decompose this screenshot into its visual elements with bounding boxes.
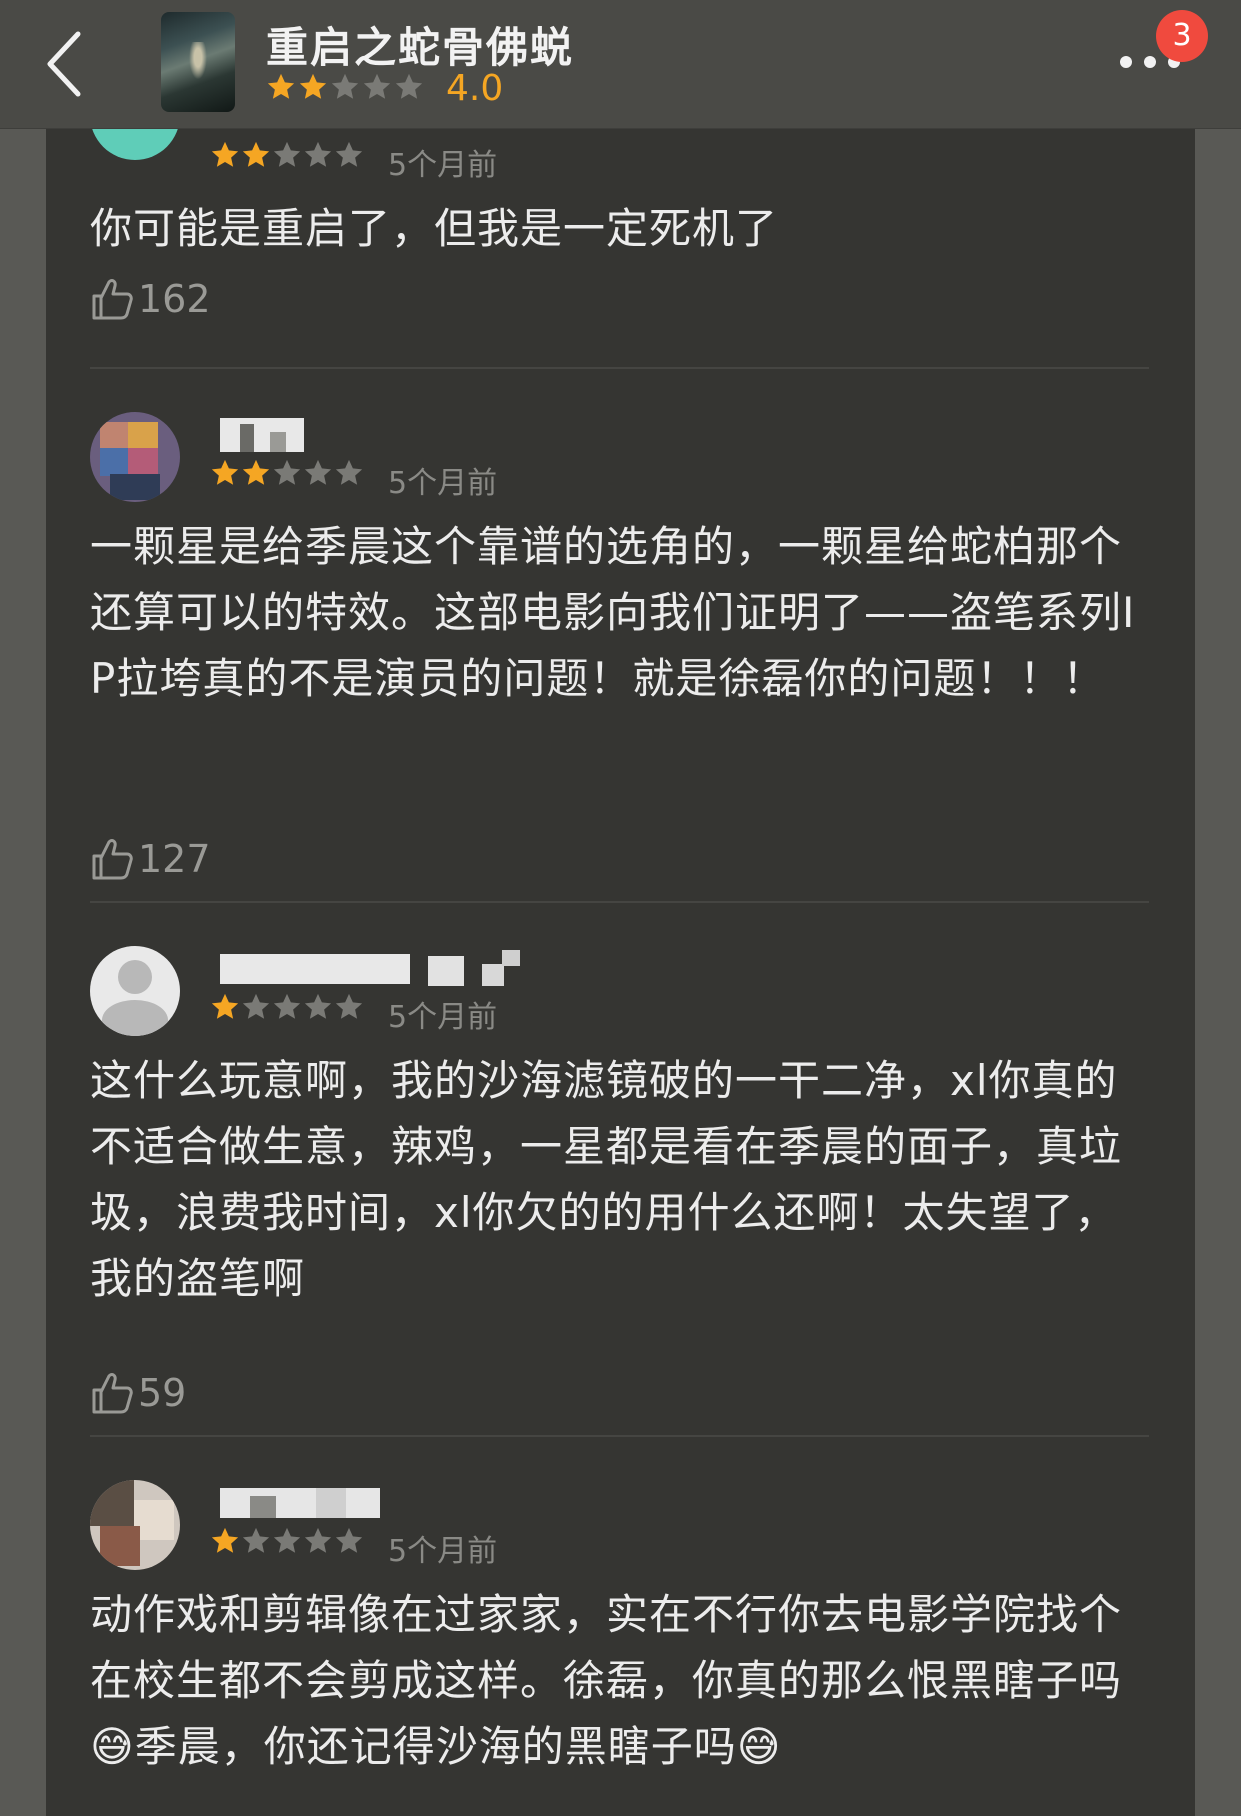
- star-empty-icon: [273, 993, 301, 1019]
- header-star-rating: [266, 72, 424, 102]
- like-button[interactable]: 127: [90, 836, 211, 882]
- divider: [90, 367, 1149, 369]
- review-text: 动作戏和剪辑像在过家家，实在不行你去电影学院找个在校生都不会剪成这样。徐磊，你真…: [90, 1590, 1123, 1771]
- review-text: 你可能是重启了，但我是一定死机了: [90, 204, 779, 253]
- app-header: 重启之蛇骨佛蜕 4.0 3: [0, 0, 1241, 129]
- like-count: 59: [138, 1371, 187, 1415]
- star-empty-icon: [335, 141, 363, 167]
- back-button[interactable]: [40, 22, 100, 102]
- star-empty-icon: [273, 1527, 301, 1553]
- avatar[interactable]: [90, 1480, 180, 1570]
- review-list: 5个月前 你可能是重启了，但我是一定死机了 162 5个月前 一颗星是给季晨这个…: [46, 128, 1195, 1816]
- star-empty-icon: [331, 73, 359, 99]
- review-star-rating: [210, 458, 364, 488]
- chevron-left-icon: [47, 31, 81, 97]
- like-count: 162: [138, 277, 211, 321]
- review-text: 这什么玩意啊，我的沙海滤镜破的一干二净，xl你真的不适合做生意，辣鸡，一星都是看…: [90, 1056, 1123, 1303]
- review-time: 5个月前: [388, 466, 498, 501]
- star-empty-icon: [304, 141, 332, 167]
- star-empty-icon: [242, 993, 270, 1019]
- like-button[interactable]: 162: [90, 276, 211, 322]
- star-empty-icon: [335, 459, 363, 485]
- star-empty-icon: [335, 993, 363, 1019]
- star-empty-icon: [242, 1527, 270, 1553]
- avatar[interactable]: [90, 128, 180, 160]
- right-margin: [1195, 0, 1241, 1816]
- rating-score: 4.0: [446, 68, 504, 109]
- thumbs-up-icon: [92, 279, 133, 320]
- star-empty-icon: [304, 1527, 332, 1553]
- notification-badge: 3: [1156, 10, 1208, 62]
- review-text: 一颗星是给季晨这个靠谱的选角的，一颗星给蛇柏那个还算可以的特效。这部电影向我们证…: [90, 522, 1136, 703]
- star-filled-icon: [211, 141, 239, 167]
- like-button[interactable]: 59: [90, 1370, 186, 1416]
- star-empty-icon: [395, 73, 423, 99]
- movie-title: 重启之蛇骨佛蜕: [266, 23, 575, 72]
- thumbs-up-icon: [92, 839, 133, 880]
- star-filled-icon: [299, 73, 327, 99]
- movie-poster[interactable]: [161, 12, 235, 112]
- star-empty-icon: [304, 993, 332, 1019]
- review-time: 5个月前: [388, 1000, 498, 1035]
- star-filled-icon: [267, 73, 295, 99]
- avatar[interactable]: [90, 412, 180, 502]
- star-empty-icon: [304, 459, 332, 485]
- star-filled-icon: [242, 459, 270, 485]
- star-empty-icon: [273, 459, 301, 485]
- left-margin: [0, 0, 46, 1816]
- username-redacted: [220, 418, 304, 458]
- review-time: 5个月前: [388, 148, 498, 183]
- review-star-rating: [210, 1526, 364, 1556]
- divider: [90, 1435, 1149, 1437]
- star-empty-icon: [273, 141, 301, 167]
- username-redacted: [220, 950, 520, 990]
- review-star-rating: [210, 992, 364, 1022]
- star-empty-icon: [363, 73, 391, 99]
- username-redacted: [220, 1484, 380, 1524]
- divider: [90, 901, 1149, 903]
- star-filled-icon: [211, 459, 239, 485]
- like-count: 127: [138, 837, 211, 881]
- review-item: 5个月前 动作戏和剪辑像在过家家，实在不行你去电影学院找个在校生都不会剪成这样。…: [46, 1438, 1195, 1816]
- thumbs-up-icon: [92, 1373, 133, 1414]
- avatar[interactable]: [90, 946, 180, 1036]
- star-filled-icon: [211, 993, 239, 1019]
- star-empty-icon: [335, 1527, 363, 1553]
- review-time: 5个月前: [388, 1534, 498, 1569]
- star-filled-icon: [242, 141, 270, 167]
- review-star-rating: [210, 140, 364, 170]
- star-filled-icon: [211, 1527, 239, 1553]
